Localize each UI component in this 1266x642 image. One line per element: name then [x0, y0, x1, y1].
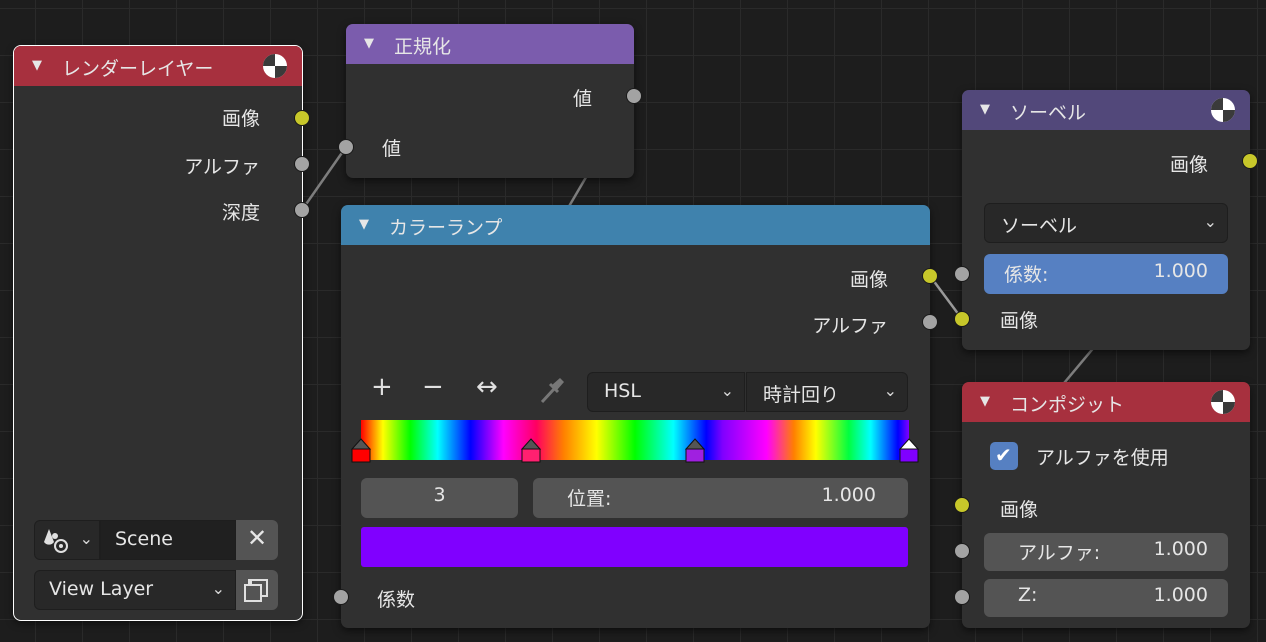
- chevron-down-icon: ⌄: [79, 529, 93, 548]
- color-stop-marker[interactable]: [351, 438, 371, 464]
- input-factor-label: 係数: [377, 589, 416, 611]
- checkmark-icon: ✔: [995, 443, 1012, 467]
- filter-type-dropdown[interactable]: ソーベル ⌄: [984, 203, 1228, 243]
- output-image-label: 画像: [1169, 154, 1208, 176]
- chevron-down-icon: ⌄: [211, 579, 225, 598]
- node-title: カラーランプ: [389, 217, 503, 239]
- scene-name: Scene: [115, 528, 173, 550]
- sobel-header[interactable]: ▼ ソーベル: [962, 90, 1250, 130]
- colorramp-node[interactable]: ▼ カラーランプ 画像 アルファ + − ↔ HSL ⌄ 時計回り ⌄ 3 位置…: [333, 205, 938, 628]
- output-image-label: 画像: [221, 108, 260, 130]
- flip-ramp-button[interactable]: ↔: [476, 372, 498, 402]
- collapse-arrow-icon[interactable]: ▼: [32, 58, 42, 73]
- scene-clear-button[interactable]: ✕: [236, 520, 278, 560]
- output-image-socket[interactable]: [922, 268, 938, 284]
- collapse-arrow-icon[interactable]: ▼: [980, 394, 990, 409]
- add-stop-button[interactable]: +: [371, 372, 393, 402]
- normalize-node[interactable]: ▼ 正規化 値 値: [338, 24, 642, 178]
- position-field[interactable]: 位置: 1.000: [533, 478, 908, 518]
- render-layers-header[interactable]: ▼ レンダーレイヤー: [14, 46, 302, 86]
- output-image-socket[interactable]: [294, 110, 310, 126]
- colorramp-header[interactable]: ▼ カラーランプ: [341, 205, 930, 245]
- node-title: 正規化: [394, 36, 452, 58]
- input-alpha-socket[interactable]: [954, 543, 970, 559]
- node-title: コンポジット: [1010, 394, 1125, 416]
- output-alpha-label: アルファ: [184, 156, 260, 178]
- output-value-label: 値: [572, 88, 592, 110]
- z-field[interactable]: Z: 1.000: [984, 579, 1228, 617]
- render-layers-node[interactable]: ▼ レンダーレイヤー 画像 アルファ 深度 ⌄ Scene ✕ View Lay…: [13, 45, 310, 621]
- input-z-socket[interactable]: [954, 589, 970, 605]
- output-image-label: 画像: [849, 269, 888, 291]
- alpha-label: アルファ:: [1018, 542, 1101, 564]
- remove-stop-button[interactable]: −: [422, 372, 444, 402]
- composite-node[interactable]: ▼ コンポジット ✔ アルファを使用 画像 アルファ: 1.000 Z: 1.0…: [954, 382, 1250, 628]
- chevron-down-icon: ⌄: [1203, 212, 1217, 231]
- interpolation-value: 時計回り: [763, 384, 840, 406]
- position-label: 位置:: [567, 488, 612, 510]
- color-mode-dropdown[interactable]: HSL ⌄: [587, 372, 745, 412]
- use-alpha-label[interactable]: アルファを使用: [1036, 443, 1169, 470]
- color-stop-marker[interactable]: [520, 438, 541, 464]
- input-value-socket[interactable]: [338, 139, 354, 155]
- input-image-label: 画像: [1000, 310, 1039, 332]
- node-title: レンダーレイヤー: [62, 58, 214, 80]
- scene-type-dropdown[interactable]: ⌄: [34, 520, 100, 560]
- output-value-socket[interactable]: [626, 88, 642, 104]
- eyedropper-icon[interactable]: [538, 375, 566, 405]
- collapse-arrow-icon[interactable]: ▼: [359, 217, 369, 232]
- active-stop-index-field[interactable]: 3: [361, 478, 518, 518]
- position-value: 1.000: [821, 484, 876, 506]
- sobel-node[interactable]: ▼ ソーベル 画像 ソーベル ⌄ 係数: 1.000 画像: [954, 90, 1258, 350]
- output-alpha-socket[interactable]: [294, 156, 310, 172]
- chevron-down-icon: ⌄: [883, 381, 897, 400]
- view-layer-dropdown[interactable]: View Layer ⌄: [34, 570, 236, 610]
- input-image-socket[interactable]: [954, 311, 970, 327]
- scene-name-field[interactable]: Scene: [100, 520, 236, 560]
- composite-header[interactable]: ▼ コンポジット: [962, 382, 1250, 422]
- z-value: 1.000: [1153, 584, 1208, 606]
- render-icon[interactable]: [1210, 97, 1236, 123]
- view-layer-browse-button[interactable]: [236, 570, 278, 610]
- alpha-value: 1.000: [1153, 538, 1208, 560]
- render-icon[interactable]: [1210, 389, 1236, 415]
- input-factor-socket[interactable]: [333, 589, 349, 605]
- input-image-socket[interactable]: [954, 497, 970, 513]
- output-depth-socket[interactable]: [294, 202, 310, 218]
- render-icon[interactable]: [262, 53, 288, 79]
- color-stop-marker[interactable]: [899, 438, 919, 464]
- input-image-label: 画像: [1000, 499, 1039, 521]
- active-stop-index: 3: [433, 484, 446, 506]
- node-title: ソーベル: [1010, 102, 1087, 124]
- output-alpha-socket[interactable]: [922, 314, 938, 330]
- factor-field[interactable]: 係数: 1.000: [984, 254, 1228, 294]
- output-alpha-label: アルファ: [812, 315, 888, 337]
- scene-icon: [44, 529, 68, 553]
- filter-type-value: ソーベル: [1001, 215, 1078, 237]
- link-depth-to-normalize: [300, 146, 348, 211]
- color-stop-marker[interactable]: [685, 438, 706, 464]
- input-value-label: 値: [382, 138, 402, 160]
- alpha-field[interactable]: アルファ: 1.000: [984, 533, 1228, 571]
- factor-label: 係数:: [1004, 264, 1049, 286]
- output-depth-label: 深度: [221, 202, 260, 224]
- chevron-down-icon: ⌄: [720, 381, 734, 400]
- factor-value: 1.000: [1153, 260, 1208, 282]
- use-alpha-checkbox[interactable]: ✔: [990, 442, 1018, 470]
- color-mode-value: HSL: [604, 380, 641, 402]
- interpolation-dropdown[interactable]: 時計回り ⌄: [746, 372, 908, 412]
- close-icon: ✕: [247, 524, 268, 552]
- z-label: Z:: [1018, 584, 1038, 606]
- color-ramp-gradient[interactable]: [361, 420, 909, 460]
- collapse-arrow-icon[interactable]: ▼: [364, 36, 374, 51]
- output-image-socket[interactable]: [1242, 153, 1258, 169]
- normalize-header[interactable]: ▼ 正規化: [346, 24, 634, 64]
- input-factor-socket[interactable]: [954, 266, 970, 282]
- collapse-arrow-icon[interactable]: ▼: [980, 102, 990, 117]
- view-layer-name: View Layer: [49, 578, 154, 600]
- stop-color-swatch[interactable]: [361, 527, 908, 567]
- render-layer-icon: [244, 579, 268, 602]
